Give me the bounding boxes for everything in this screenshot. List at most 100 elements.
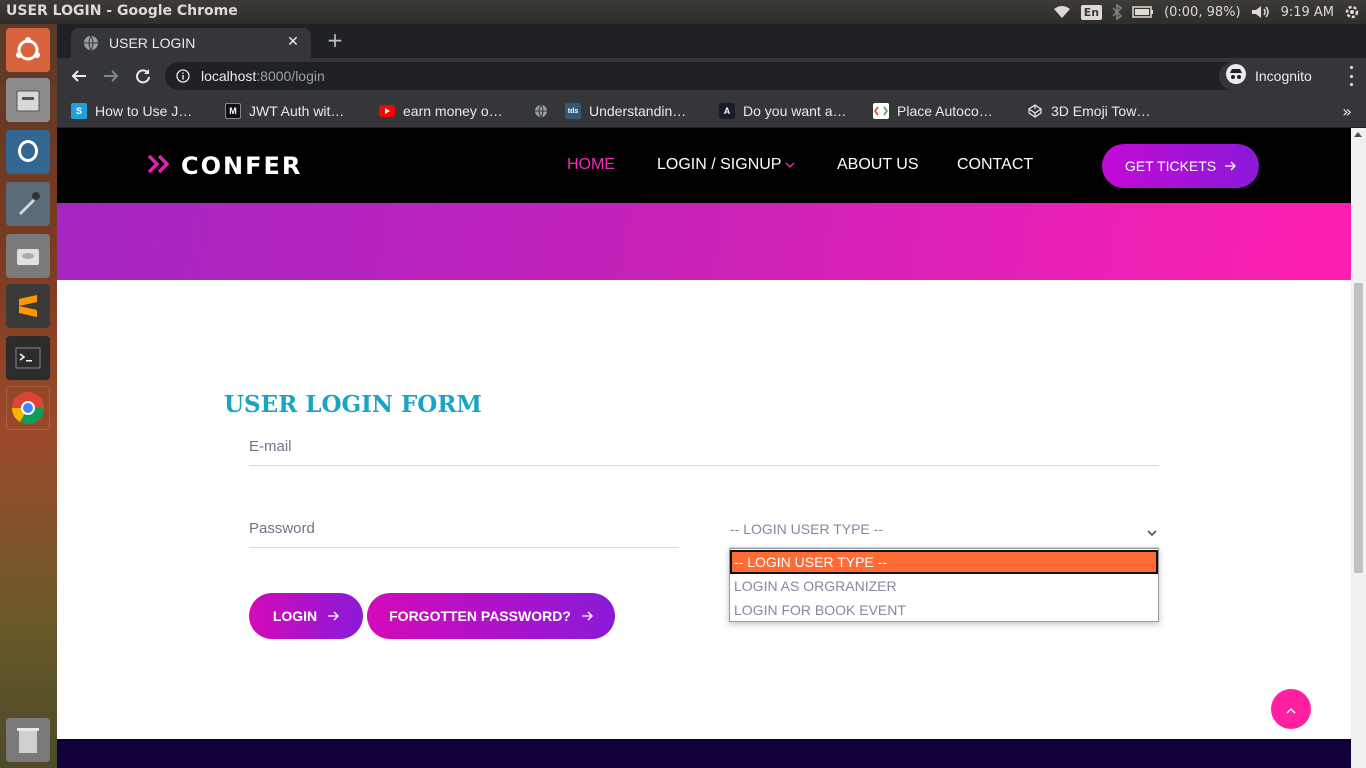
- bookmark-item[interactable]: S How to Use J…: [71, 101, 192, 121]
- bookmark-item[interactable]: tds Understandin…: [565, 101, 686, 121]
- bookmark-label: 3D Emoji Tow…: [1051, 103, 1151, 119]
- battery-status: (0:00, 98%): [1164, 4, 1241, 20]
- ubuntu-logo-icon[interactable]: [6, 28, 50, 72]
- scrollbar-thumb[interactable]: [1354, 283, 1363, 573]
- logo-text: CONFER: [181, 152, 303, 180]
- tab-strip: USER LOGIN ✕ +: [57, 24, 1366, 58]
- option-login-user-type[interactable]: -- LOGIN USER TYPE --: [730, 550, 1158, 574]
- color-picker-icon[interactable]: [6, 182, 50, 226]
- email-field[interactable]: E-mail: [249, 428, 1159, 466]
- nav-about[interactable]: ABOUT US: [837, 156, 919, 174]
- page-scrollbar[interactable]: [1351, 128, 1366, 768]
- medium-icon: M: [225, 103, 241, 119]
- clock[interactable]: 9:19 AM: [1281, 5, 1334, 20]
- bookmark-s-icon: S: [71, 103, 87, 119]
- incognito-icon: [1225, 63, 1247, 89]
- more-bookmarks-button[interactable]: »: [1342, 102, 1352, 121]
- sublime-text-icon[interactable]: [6, 284, 50, 328]
- address-bar[interactable]: localhost:8000/login: [165, 62, 1267, 90]
- forward-button[interactable]: [99, 64, 123, 88]
- wifi-icon[interactable]: [1053, 5, 1071, 19]
- code-icon: [873, 103, 889, 119]
- page-viewport: CONFER HOME LOGIN / SIGNUP ABOUT US CONT…: [57, 128, 1366, 768]
- tds-icon: tds: [565, 103, 581, 119]
- bookmark-item[interactable]: 3D Emoji Tow…: [1027, 101, 1150, 121]
- os-top-bar: USER LOGIN - Google Chrome En (0:00, 98%…: [0, 0, 1366, 24]
- window-title: USER LOGIN - Google Chrome: [6, 3, 238, 19]
- chrome-icon[interactable]: [6, 386, 50, 430]
- nav-login-label: LOGIN / SIGNUP: [657, 156, 782, 173]
- arrow-right-icon: [581, 608, 593, 624]
- angular-a-icon: A: [719, 103, 735, 119]
- url-text: localhost:8000/login: [201, 68, 325, 84]
- browser-toolbar: localhost:8000/login Incognito: [57, 58, 1366, 94]
- reload-button[interactable]: [131, 64, 155, 88]
- nav-home[interactable]: HOME: [567, 156, 615, 174]
- password-placeholder: Password: [249, 520, 315, 537]
- nav-contact[interactable]: CONTACT: [957, 156, 1033, 174]
- url-host: localhost: [201, 68, 257, 84]
- tab-user-login[interactable]: USER LOGIN ✕: [71, 28, 311, 58]
- codepen-icon: [1027, 103, 1043, 119]
- page-title: USER LOGIN FORM: [224, 391, 482, 418]
- bookmark-label: Place Autoco…: [897, 103, 993, 119]
- user-type-select[interactable]: -- LOGIN USER TYPE --: [730, 510, 1159, 548]
- select-value: -- LOGIN USER TYPE --: [730, 520, 883, 537]
- system-tray: En (0:00, 98%) 9:19 AM: [1053, 0, 1360, 24]
- files-icon[interactable]: [6, 78, 50, 122]
- chevron-up-icon: [1285, 700, 1297, 719]
- nav-home-label: HOME: [567, 156, 615, 173]
- globe-icon: [83, 35, 99, 51]
- bookmark-item[interactable]: earn money o…: [379, 101, 503, 121]
- option-login-organizer[interactable]: LOGIN AS ORGRANIZER: [730, 574, 1158, 598]
- terminal-icon[interactable]: [6, 336, 50, 380]
- forgot-password-label: FORGOTTEN PASSWORD?: [389, 608, 571, 624]
- postgres-icon[interactable]: [6, 130, 50, 174]
- bookmarks-bar: S How to Use J… M JWT Auth wit… earn mon…: [57, 94, 1366, 128]
- site-info-icon[interactable]: [175, 68, 191, 84]
- double-chevron-icon: [147, 154, 173, 178]
- volume-icon[interactable]: [1251, 5, 1271, 19]
- chevron-down-icon: [785, 156, 795, 174]
- bookmark-label: How to Use J…: [95, 103, 193, 119]
- battery-icon[interactable]: [1132, 6, 1154, 18]
- launcher: [0, 24, 57, 768]
- option-login-book-event[interactable]: LOGIN FOR BOOK EVENT: [730, 598, 1158, 622]
- globe-icon: [533, 103, 549, 119]
- user-type-dropdown: -- LOGIN USER TYPE -- LOGIN AS ORGRANIZE…: [729, 548, 1159, 622]
- trash-icon[interactable]: [6, 718, 50, 762]
- bookmark-item[interactable]: M JWT Auth wit…: [225, 101, 344, 121]
- bookmark-label: Understandin…: [589, 103, 687, 119]
- incognito-label: Incognito: [1255, 68, 1312, 84]
- bookmark-label: earn money o…: [403, 103, 503, 119]
- back-to-top-button[interactable]: [1271, 689, 1311, 729]
- close-tab-icon[interactable]: ✕: [285, 34, 301, 50]
- bookmark-item[interactable]: Place Autoco…: [873, 101, 993, 121]
- bookmark-item[interactable]: [533, 101, 549, 121]
- bookmark-item[interactable]: A Do you want a…: [719, 101, 847, 121]
- settings-gear-icon[interactable]: [1344, 4, 1360, 20]
- bluetooth-icon[interactable]: [1112, 4, 1123, 20]
- incognito-indicator[interactable]: Incognito: [1219, 62, 1322, 90]
- nav-login-signup[interactable]: LOGIN / SIGNUP: [657, 156, 795, 174]
- keyboard-layout-badge[interactable]: En: [1080, 4, 1103, 20]
- scroll-up-arrow-icon[interactable]: [1354, 132, 1362, 137]
- login-button-label: LOGIN: [272, 608, 318, 624]
- site-logo[interactable]: CONFER: [147, 152, 302, 180]
- disk-icon[interactable]: [6, 234, 50, 278]
- bookmark-label: Do you want a…: [743, 103, 847, 119]
- chrome-menu-icon[interactable]: [1348, 66, 1354, 86]
- tab-title: USER LOGIN: [109, 35, 196, 51]
- hero-banner: [57, 203, 1351, 280]
- forgot-password-button[interactable]: FORGOTTEN PASSWORD?: [367, 593, 615, 639]
- new-tab-button[interactable]: +: [325, 30, 345, 50]
- arrow-right-icon: [1224, 158, 1237, 174]
- login-button[interactable]: LOGIN: [249, 593, 363, 639]
- back-button[interactable]: [67, 64, 91, 88]
- password-field[interactable]: Password: [249, 510, 679, 548]
- youtube-icon: [379, 103, 395, 119]
- site-header: CONFER HOME LOGIN / SIGNUP ABOUT US CONT…: [57, 128, 1351, 203]
- get-tickets-label: GET TICKETS: [1124, 158, 1217, 174]
- get-tickets-button[interactable]: GET TICKETS: [1102, 144, 1259, 188]
- footer: [57, 739, 1351, 768]
